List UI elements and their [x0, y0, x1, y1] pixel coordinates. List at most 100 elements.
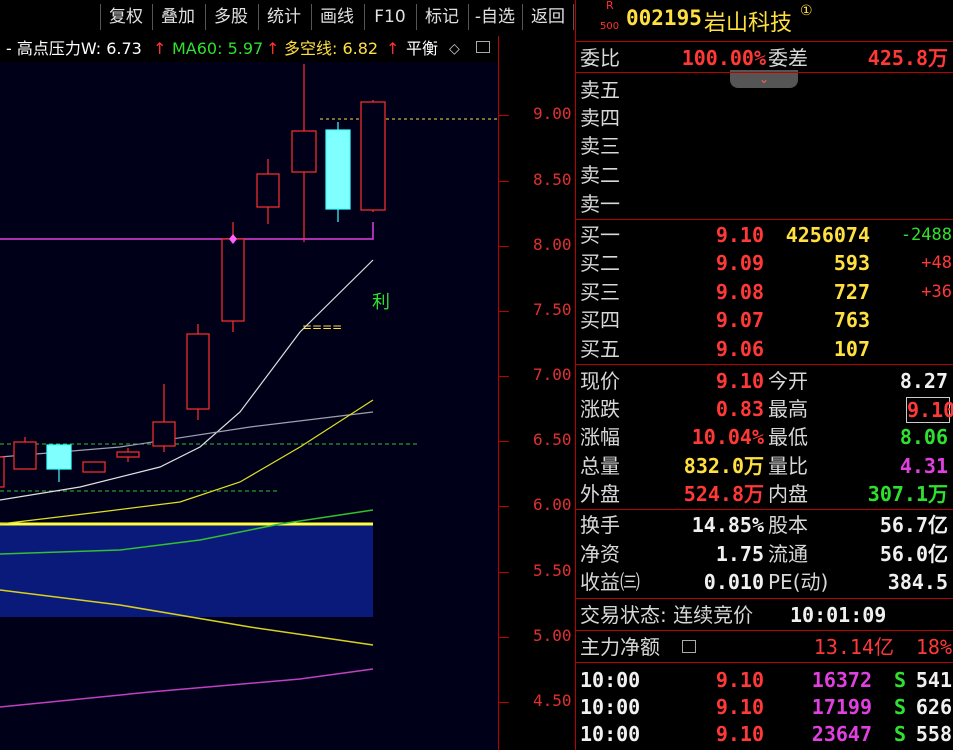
buy-row: 买二 9.09 593 +48 — [576, 249, 953, 277]
jinkai-value: 8.27 — [899, 369, 948, 393]
buy-label: 买一 — [580, 223, 620, 247]
zhuli-label: 主力净额 — [580, 635, 660, 659]
zixuan-button[interactable]: -自选 — [468, 4, 521, 30]
badge-500: 500 — [600, 21, 620, 32]
buy-price: 9.06 — [715, 337, 764, 361]
sell-row: 卖五 — [576, 76, 953, 104]
diamond-icon: ◇ — [449, 41, 460, 57]
sell-row: 卖二 — [576, 161, 953, 189]
f10-button[interactable]: F10 — [364, 4, 415, 30]
tick-side: S — [893, 695, 906, 719]
quote-row: 涨幅 10.04% 最低 8.06 — [576, 423, 953, 451]
tick-row: 10:00 9.10 16372 S 541 — [576, 666, 953, 694]
buy-price: 9.07 — [715, 308, 764, 332]
tick-time: 10:00 — [580, 668, 641, 692]
sell-label: 卖三 — [580, 134, 620, 158]
fund-row: 换手 14.85% 股本 56.7亿 — [576, 511, 953, 539]
liutong-label: 流通 — [768, 542, 808, 566]
sell-row: 卖一 — [576, 190, 953, 218]
buy-label: 买四 — [580, 308, 620, 332]
ytick-label: 5.50 — [533, 561, 572, 580]
zongliang-label: 总量 — [580, 454, 620, 478]
fund-row: 净资 1.75 流通 56.0亿 — [576, 540, 953, 568]
stock-code: 002195 — [626, 6, 702, 30]
badge-r: R — [606, 0, 614, 12]
stock-name: 岩山科技 — [704, 11, 793, 36]
tick-price: 9.10 — [715, 695, 764, 719]
ytick-label: 5.00 — [533, 626, 572, 645]
waipan-label: 外盘 — [580, 482, 620, 506]
kline-chart[interactable]: 利 ==== — [0, 62, 498, 750]
jingzi-value: 1.75 — [715, 542, 764, 566]
tick-side: S — [893, 722, 906, 746]
zongliang-value: 832.0万 — [683, 454, 764, 478]
buy-label: 买五 — [580, 337, 620, 361]
buy-row: 买三 9.08 727 +36 — [576, 278, 953, 306]
weicha-label: 委差 — [768, 46, 808, 70]
weicha-value: 425.8万 — [867, 46, 948, 70]
pe-label: PE(动) — [768, 570, 829, 594]
list-icon[interactable] — [682, 640, 696, 653]
zhangdie-label: 涨跌 — [580, 397, 620, 421]
ma60-label: MA60: 5.97 — [172, 39, 264, 58]
buy-row: 买五 9.06 107 — [576, 335, 953, 363]
buy-chg: +48 — [921, 253, 952, 273]
tick-vol: 16372 — [811, 668, 872, 692]
liutong-value: 56.0亿 — [879, 542, 948, 566]
kline-svg — [0, 64, 498, 708]
zhangfu-value: 10.04% — [691, 425, 764, 449]
quote-row: 外盘 524.8万 内盘 307.1万 — [576, 480, 953, 508]
sell-label: 卖一 — [580, 192, 620, 216]
tick-row: 10:00 9.10 17199 S 626 — [576, 693, 953, 721]
fund-row: 收益㈢ 0.010 PE(动) 384.5 — [576, 568, 953, 596]
zuidi-label: 最低 — [768, 425, 808, 449]
weibi-row: 委比 100.00% 委差 425.8万 — [576, 44, 953, 72]
ytick-label: 7.00 — [533, 365, 572, 384]
xianjia-label: 现价 — [580, 369, 620, 393]
neipan-label: 内盘 — [768, 482, 808, 506]
biaoji-button[interactable]: 标记 — [416, 4, 467, 30]
buy-vol: 763 — [833, 308, 870, 332]
zhuli-value: 13.14亿 — [813, 635, 894, 659]
stock-circle-icon: ① — [800, 3, 813, 19]
neipan-value: 307.1万 — [867, 482, 948, 506]
buy-vol: 593 — [833, 251, 870, 275]
duokong-arrow-icon: ↑ — [386, 39, 400, 58]
fanhui-button[interactable]: 返回 — [522, 4, 574, 30]
zhuli-row[interactable]: 主力净额 13.14亿 18% — [576, 633, 953, 661]
sell-label: 卖四 — [580, 106, 620, 130]
tick-num: 541 — [915, 668, 952, 692]
quote-panel: R 500 002195 岩山科技 ① 委比 100.00% 委差 425.8万… — [575, 0, 953, 750]
buy-vol: 107 — [833, 337, 870, 361]
tick-num: 626 — [915, 695, 952, 719]
buy-label: 买二 — [580, 251, 620, 275]
tick-vol: 17199 — [811, 695, 872, 719]
tongji-button[interactable]: 统计 — [258, 4, 309, 30]
fuquan-button[interactable]: 复权 — [100, 4, 151, 30]
sell-label: 卖五 — [580, 78, 620, 102]
diejia-button[interactable]: 叠加 — [152, 4, 203, 30]
tick-price: 9.10 — [715, 668, 764, 692]
duokong-label: 多空线: 6.82 — [284, 39, 379, 58]
zhangdie-value: 0.83 — [715, 397, 764, 421]
buy-vol: 727 — [833, 280, 870, 304]
price-axis: 9.00 8.50 8.00 7.50 7.00 6.50 6.00 5.50 … — [498, 36, 576, 750]
jingzi-label: 净资 — [580, 542, 620, 566]
band-area — [0, 525, 373, 617]
panel-toggle-icon[interactable] — [476, 41, 490, 53]
liangbi-label: 量比 — [768, 454, 808, 478]
tick-price: 9.10 — [715, 722, 764, 746]
tick-side: S — [893, 668, 906, 692]
duogu-button[interactable]: 多股 — [205, 4, 256, 30]
quote-row: 总量 832.0万 量比 4.31 — [576, 452, 953, 480]
ytick-label: 6.00 — [533, 495, 572, 514]
guben-value: 56.7亿 — [879, 513, 948, 537]
status-time: 10:01:09 — [790, 603, 887, 627]
sell-row: 卖四 — [576, 104, 953, 132]
pe-value: 384.5 — [887, 570, 948, 594]
sell-row: 卖三 — [576, 132, 953, 160]
huaxian-button[interactable]: 画线 — [311, 4, 362, 30]
tick-vol: 23647 — [811, 722, 872, 746]
tick-time: 10:00 — [580, 695, 641, 719]
buy-price: 9.09 — [715, 251, 764, 275]
